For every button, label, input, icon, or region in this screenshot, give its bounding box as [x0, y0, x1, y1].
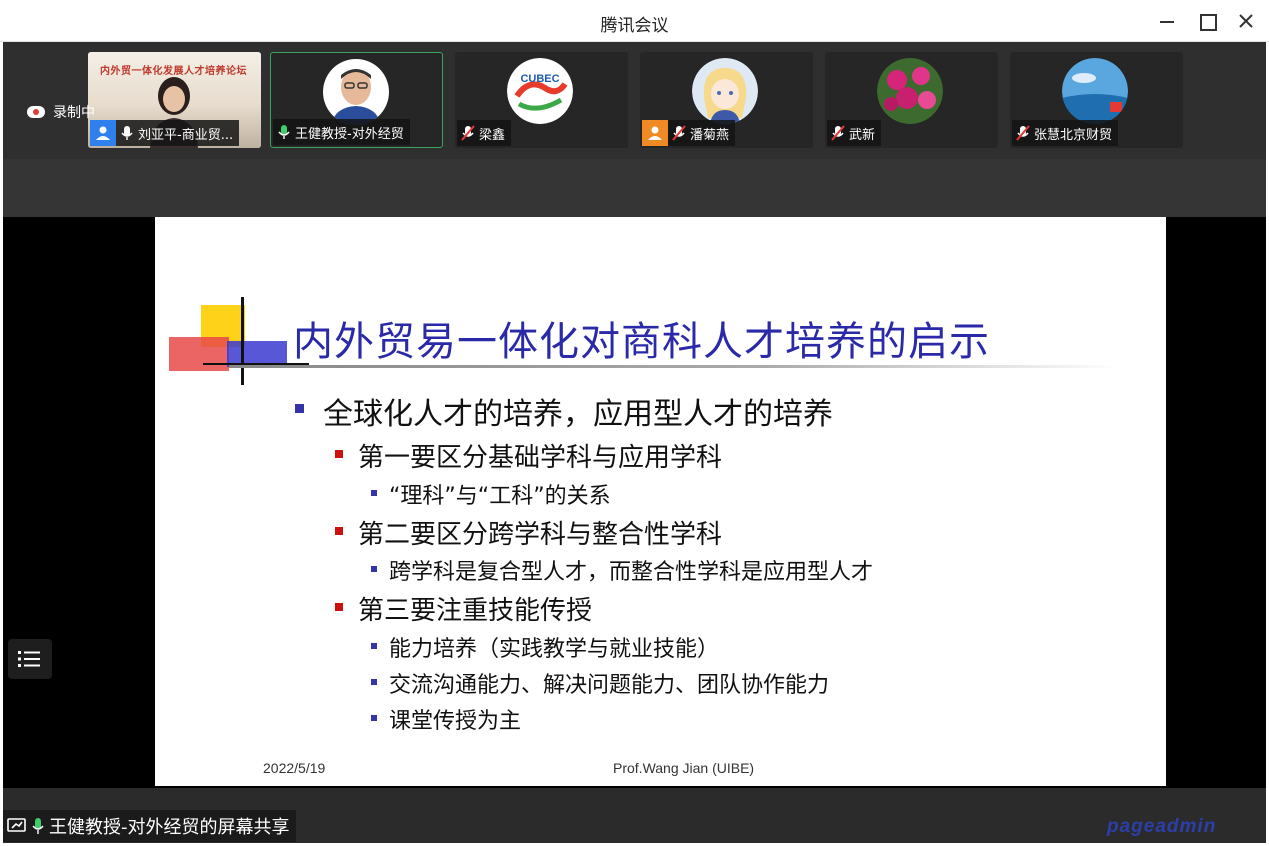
participant-name: 刘亚平-商业贸... [138, 127, 234, 143]
avatar [1062, 58, 1128, 124]
list-icon [18, 651, 40, 667]
divider-strip [3, 159, 1266, 217]
bullet-level-2: 第三要注重技能传授 [335, 590, 592, 627]
participant-name: 王健教授-对外经贸 [295, 126, 404, 142]
title-bar: 腾讯会议 [0, 0, 1269, 42]
participant-label: 刘亚平-商业贸... [90, 120, 240, 146]
meeting-area: 录制中 内外贸一体化发展人才培养论坛 刘亚平-商业贸... 王健教授-对外经贸 … [3, 42, 1266, 843]
avatar [323, 59, 389, 125]
slide-footer-author: Prof.Wang Jian (UIBE) [613, 760, 755, 776]
bullet-level-3: 课堂传授为主 [371, 703, 521, 735]
participant-tile[interactable]: 武新 [825, 52, 998, 148]
bullet-square-icon [371, 566, 377, 572]
maximize-icon[interactable] [1194, 8, 1220, 34]
user-icon [642, 120, 668, 146]
participant-tile[interactable]: 内外贸一体化发展人才培养论坛 刘亚平-商业贸... [88, 52, 261, 148]
presentation-slide: 内外贸易一体化对商科人才培养的启示 全球化人才的培养，应用型人才的培养 第一要区… [155, 217, 1166, 786]
bottom-bar: 王健教授-对外经贸的屏幕共享 pageadmin [3, 788, 1266, 843]
close-icon[interactable] [1233, 8, 1259, 34]
screen-share-text: 王健教授-对外经贸的屏幕共享 [49, 817, 290, 838]
window-title: 腾讯会议 [600, 16, 669, 36]
bullet-level-3: 跨学科是复合型人才，而整合性学科是应用型人才 [371, 554, 873, 586]
bullet-square-icon [335, 603, 343, 611]
participant-name: 张慧北京财贸 [1034, 127, 1113, 143]
cubec-logo-text: CUBEC [520, 73, 559, 85]
participant-tile[interactable]: 潘菊燕 [640, 52, 813, 148]
participant-label: 张慧北京财贸 [1012, 120, 1119, 146]
participant-name: 武新 [849, 127, 876, 143]
avatar [692, 58, 758, 124]
participant-label: 王健教授-对外经贸 [273, 119, 410, 145]
participant-label: 武新 [827, 120, 882, 146]
mic-icon [116, 122, 138, 144]
recording-label: 录制中 [53, 105, 95, 121]
participant-strip: 录制中 内外贸一体化发展人才培养论坛 刘亚平-商业贸... 王健教授-对外经贸 … [3, 42, 1266, 159]
mic-muted-icon [457, 122, 479, 144]
mic-muted-icon [668, 122, 690, 144]
bullet-level-3: “理科”与“工科”的关系 [371, 478, 611, 510]
bullet-square-icon [371, 490, 377, 496]
title-rule [229, 365, 1119, 368]
participant-tile[interactable]: 张慧北京财贸 [1010, 52, 1183, 148]
bullet-level-3: 交流沟通能力、解决问题能力、团队协作能力 [371, 667, 829, 699]
recording-indicator[interactable]: 录制中 [27, 102, 95, 122]
bullet-square-icon [371, 715, 377, 721]
mic-muted-icon [827, 122, 849, 144]
list-menu-button[interactable] [8, 639, 52, 679]
bullet-level-2: 第一要区分基础学科与应用学科 [335, 437, 722, 474]
mic-muted-icon [1012, 122, 1034, 144]
avatar [877, 58, 943, 124]
participant-tile[interactable]: CUBEC 梁鑫 [455, 52, 628, 148]
participant-label: 潘菊燕 [642, 120, 736, 146]
slide-title: 内外贸易一体化对商科人才培养的启示 [293, 319, 990, 365]
participant-label: 梁鑫 [457, 120, 512, 146]
bullet-level-1: 全球化人才的培养，应用型人才的培养 [295, 389, 833, 433]
bullet-square-icon [295, 404, 304, 413]
shared-screen[interactable]: 内外贸易一体化对商科人才培养的启示 全球化人才的培养，应用型人才的培养 第一要区… [3, 217, 1266, 788]
bullet-square-icon [335, 527, 343, 535]
bullet-level-2: 第二要区分跨学科与整合性学科 [335, 514, 722, 551]
bullet-square-icon [371, 643, 377, 649]
screen-share-icon [7, 818, 26, 832]
bullet-square-icon [335, 450, 343, 458]
minimize-icon[interactable] [1154, 8, 1180, 34]
recording-cloud-icon [27, 106, 45, 118]
participant-name: 潘菊燕 [690, 127, 730, 143]
mic-active-icon [32, 818, 44, 834]
slide-footer-date: 2022/5/19 [263, 760, 326, 776]
participant-name: 梁鑫 [479, 127, 506, 143]
bullet-square-icon [371, 679, 377, 685]
avatar: CUBEC [507, 58, 573, 124]
watermark: pageadmin [1107, 816, 1217, 837]
bullet-level-3: 能力培养（实践教学与就业技能） [371, 631, 719, 663]
slide-decoration [169, 297, 309, 385]
screen-share-label[interactable]: 王健教授-对外经贸的屏幕共享 [3, 810, 296, 842]
user-icon [90, 120, 116, 146]
mic-active-icon [273, 121, 295, 143]
participant-tile-active[interactable]: 王健教授-对外经贸 [270, 52, 443, 148]
